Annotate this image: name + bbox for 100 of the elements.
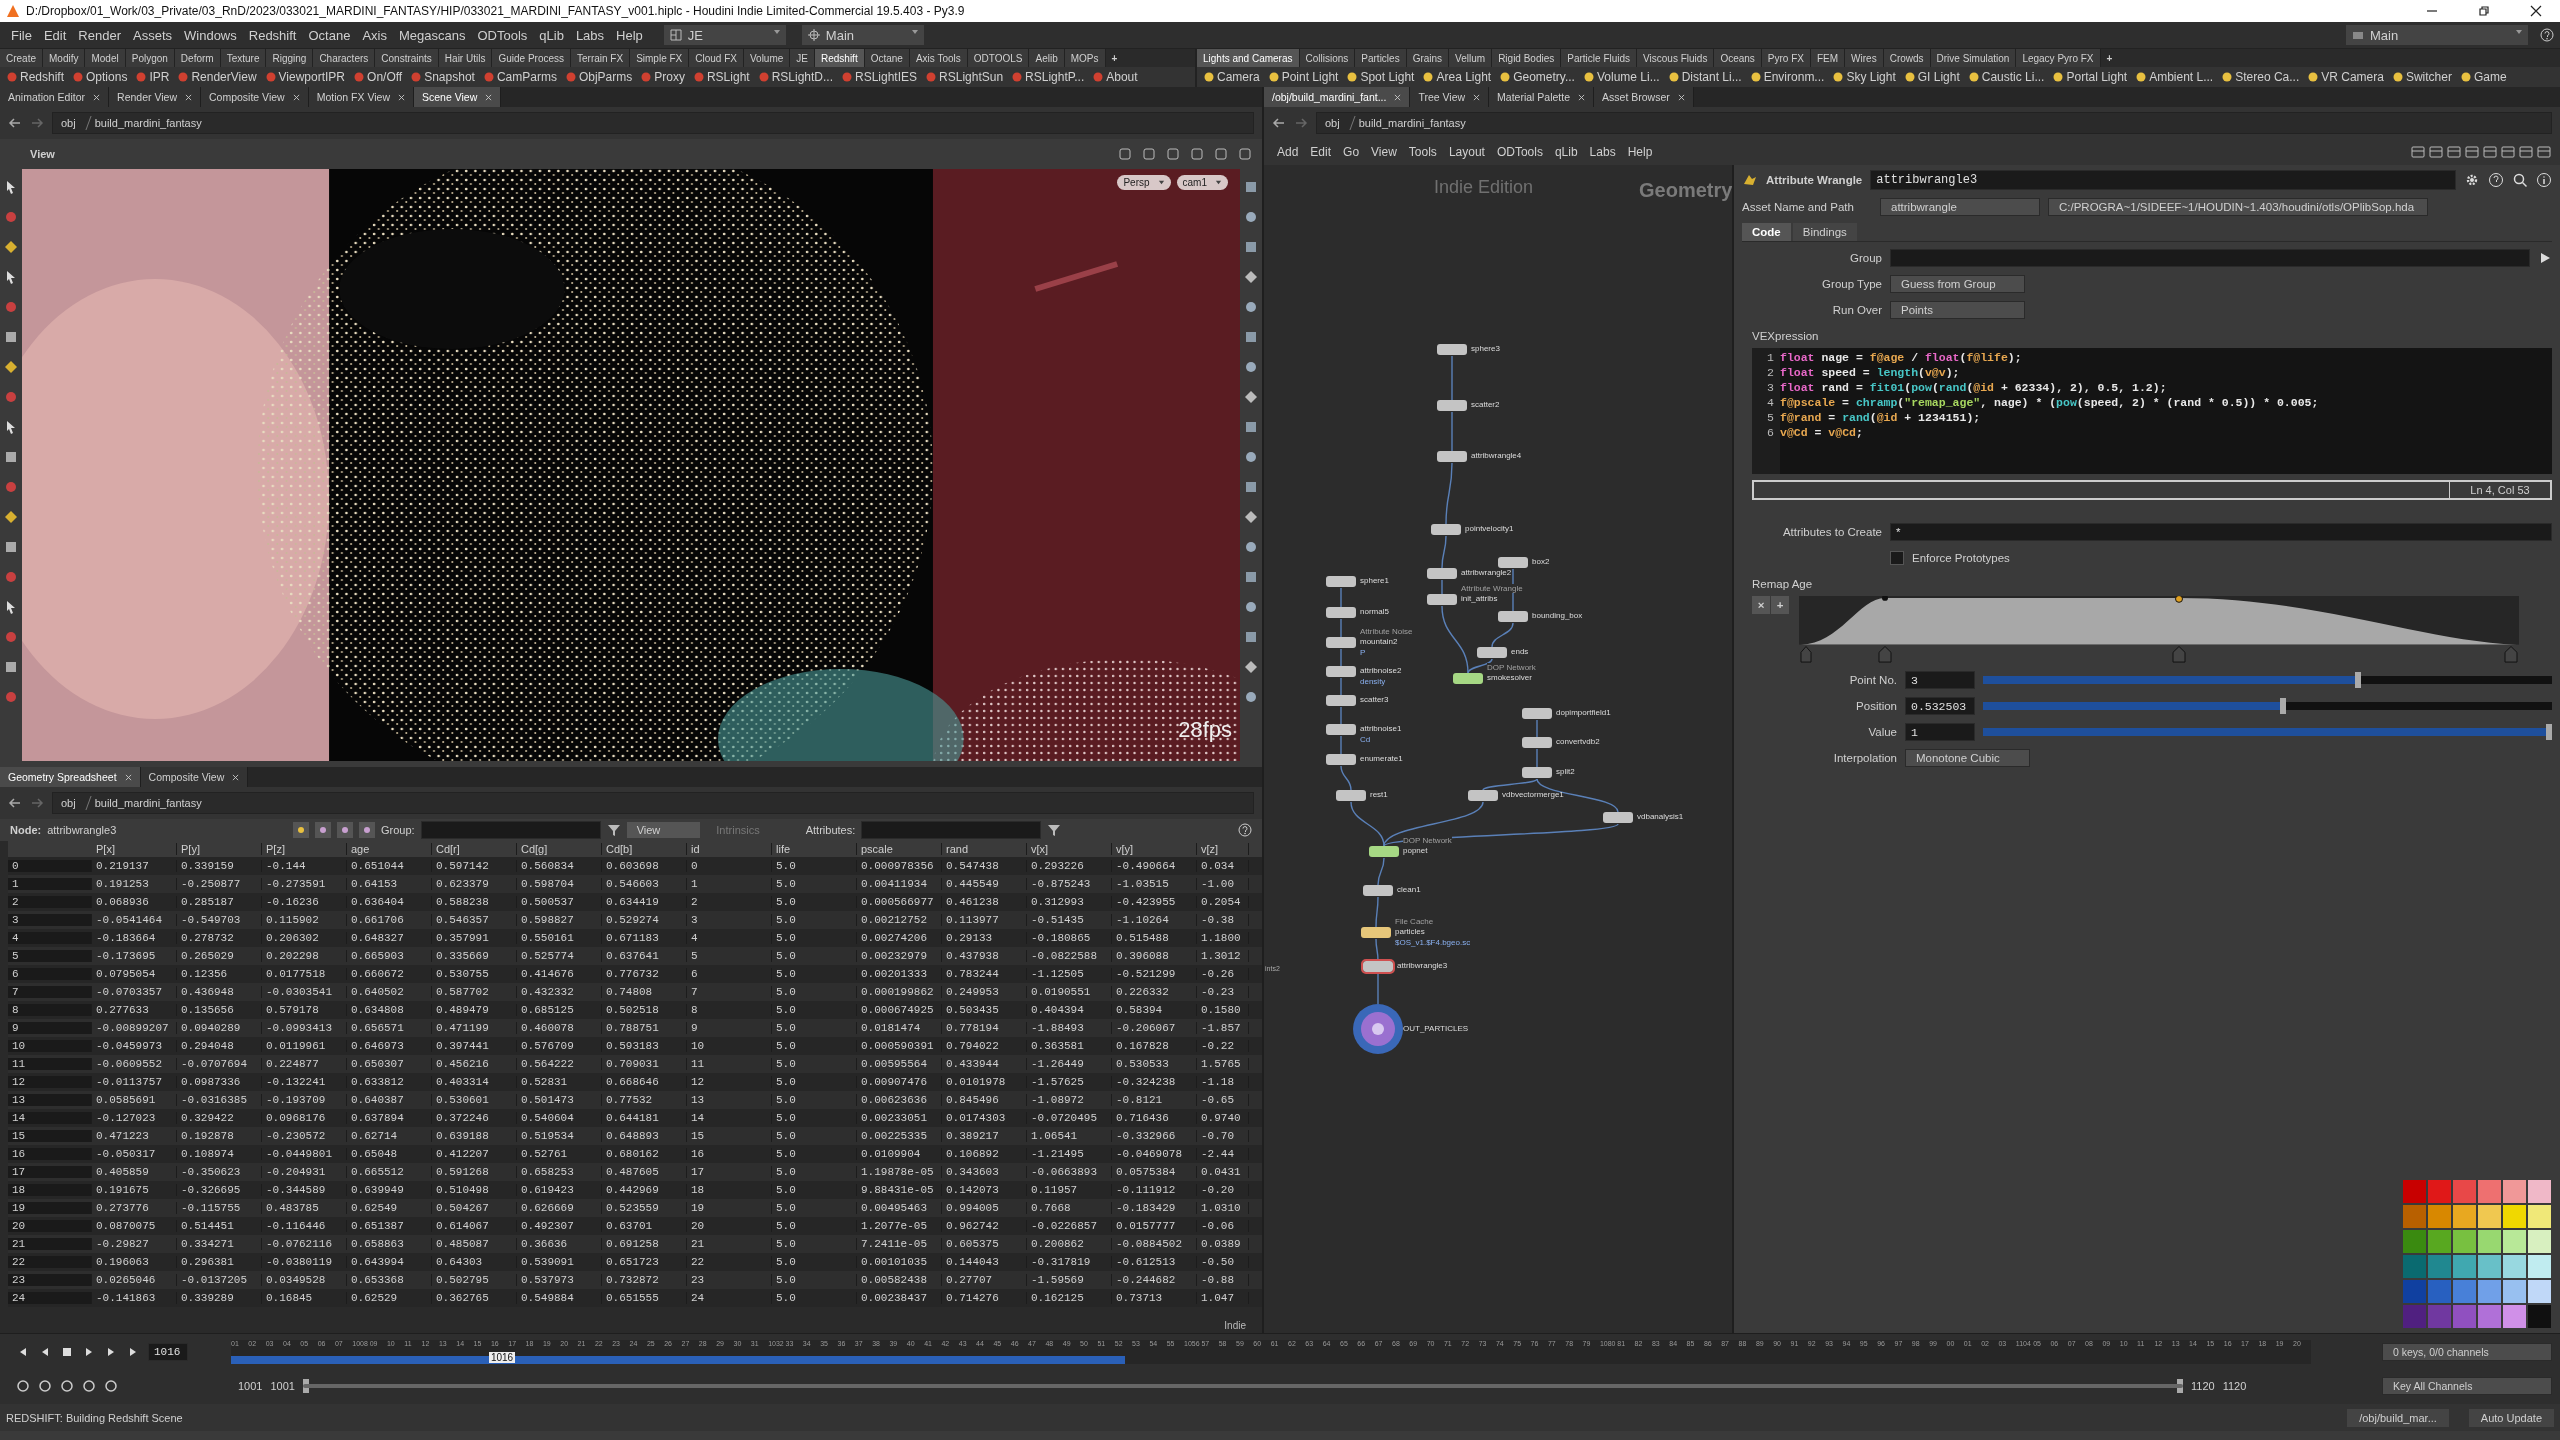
- shelf-tool[interactable]: CamParms: [482, 70, 557, 84]
- circle-icon[interactable]: [1243, 359, 1259, 375]
- shelf-tab[interactable]: Volume: [743, 49, 791, 67]
- shelf-tool[interactable]: VR Camera: [2307, 70, 2384, 84]
- shelf-tab[interactable]: Crowds: [1883, 49, 1931, 67]
- component-toggle-icon[interactable]: [315, 822, 331, 838]
- menu-item[interactable]: ODTools: [1491, 145, 1548, 159]
- shelf-tool[interactable]: Caustic Li...: [1967, 70, 2045, 84]
- shelf-tool[interactable]: Switcher: [2391, 70, 2452, 84]
- component-toggle-icon[interactable]: [293, 822, 309, 838]
- node[interactable]: [1453, 673, 1483, 684]
- column-header[interactable]: pscale: [857, 843, 942, 855]
- diamond-icon[interactable]: [3, 239, 19, 255]
- node[interactable]: [1522, 708, 1552, 719]
- help-icon[interactable]: [1238, 823, 1252, 837]
- pane-tab[interactable]: Render View: [109, 87, 201, 107]
- viewer-label[interactable]: View: [10, 148, 55, 160]
- shelf-tool[interactable]: Camera: [1203, 70, 1260, 84]
- menu-item[interactable]: Edit: [1305, 145, 1337, 159]
- menu-item[interactable]: File: [6, 27, 37, 43]
- node[interactable]: [1498, 611, 1528, 622]
- node[interactable]: [1431, 524, 1461, 535]
- display-option-icon[interactable]: [1190, 147, 1204, 161]
- node-name[interactable]: split2: [1556, 767, 1575, 776]
- display-option-icon[interactable]: [1118, 147, 1132, 161]
- square-icon[interactable]: [1243, 569, 1259, 585]
- circle-icon[interactable]: [1243, 599, 1259, 615]
- column-header[interactable]: v[z]: [1197, 843, 1249, 855]
- node-name[interactable]: sphere3: [1471, 344, 1500, 353]
- playback-option-icon[interactable]: [104, 1379, 118, 1393]
- network-tool-icon[interactable]: [2464, 144, 2480, 160]
- shelf-tool[interactable]: RSLightSun: [925, 70, 1004, 84]
- path-field[interactable]: obj build_mardini_fantasy: [52, 792, 1254, 814]
- node[interactable]: [1477, 647, 1507, 658]
- square-icon[interactable]: [1243, 419, 1259, 435]
- viewport-menu[interactable]: cam1: [1176, 175, 1228, 190]
- number-field[interactable]: 3: [1905, 671, 1975, 689]
- diamond-icon[interactable]: [3, 359, 19, 375]
- shelf-tab[interactable]: Legacy Pyro FX: [2016, 49, 2101, 67]
- diamond-icon[interactable]: [3, 509, 19, 525]
- node[interactable]: [1522, 767, 1552, 778]
- node-name[interactable]: sphere1: [1360, 576, 1389, 585]
- node-name[interactable]: bounding_box: [1532, 611, 1583, 620]
- shelf-tool[interactable]: Portal Light: [2052, 70, 2128, 84]
- circle-icon[interactable]: [3, 299, 19, 315]
- node[interactable]: [1336, 790, 1366, 801]
- shelf-tool[interactable]: ViewportIPR: [264, 70, 346, 84]
- display-option-icon[interactable]: [1142, 147, 1156, 161]
- shelf-tab[interactable]: Wires: [1845, 49, 1884, 67]
- shelf-tool[interactable]: Game: [2459, 70, 2507, 84]
- shelf-tab[interactable]: Particle Fluids: [1561, 49, 1638, 67]
- pane-tab[interactable]: Scene View: [414, 87, 502, 107]
- shelf-tab[interactable]: Grains: [1406, 49, 1450, 67]
- square-icon[interactable]: [3, 329, 19, 345]
- context-dropdown[interactable]: Main: [801, 25, 924, 45]
- group-field[interactable]: [420, 821, 601, 839]
- ramp-key-button[interactable]: +: [1771, 596, 1789, 614]
- help-icon[interactable]: [2540, 28, 2554, 42]
- node[interactable]: [1437, 400, 1467, 411]
- slider-thumb[interactable]: [2279, 698, 2286, 714]
- node-name[interactable]: attribwrangle3: [1397, 961, 1448, 970]
- shelf-tab[interactable]: Particles: [1355, 49, 1407, 67]
- back-arrow-icon[interactable]: [8, 796, 22, 810]
- node-name[interactable]: scatter2: [1471, 400, 1500, 409]
- circle-icon[interactable]: [1243, 539, 1259, 555]
- menu-item[interactable]: Axis: [357, 27, 392, 43]
- diamond-icon[interactable]: [1243, 269, 1259, 285]
- shelf-tab[interactable]: Texture: [220, 49, 267, 67]
- menu-item[interactable]: qLib: [1549, 145, 1583, 159]
- parameter-tab[interactable]: Bindings: [1792, 223, 1857, 241]
- node-name[interactable]: pointvelocity1: [1465, 524, 1514, 533]
- circle-icon[interactable]: [3, 689, 19, 705]
- ramp-key-button[interactable]: ×: [1752, 596, 1770, 614]
- pane-tab[interactable]: Asset Browser: [1594, 87, 1694, 107]
- circle-icon[interactable]: [1243, 299, 1259, 315]
- component-toggle-icon[interactable]: [359, 822, 375, 838]
- group-field[interactable]: [1890, 249, 2530, 267]
- back-arrow-icon[interactable]: [8, 116, 22, 130]
- shelf-tool[interactable]: Volume Li...: [1582, 70, 1660, 84]
- node-name[interactable]: scatter3: [1360, 695, 1389, 704]
- node-name-field[interactable]: attribwrangle3: [1870, 170, 2456, 190]
- playback-button-icon[interactable]: [60, 1345, 74, 1359]
- circle-icon[interactable]: [1243, 449, 1259, 465]
- slider-thumb[interactable]: [2355, 672, 2362, 688]
- shelf-tab[interactable]: FEM: [1811, 49, 1846, 67]
- end-frame-field[interactable]: 1120: [2222, 1380, 2247, 1392]
- circle-icon[interactable]: [3, 209, 19, 225]
- column-header[interactable]: Cd[g]: [517, 843, 602, 855]
- filter-icon[interactable]: [606, 823, 621, 837]
- menu-item[interactable]: Help: [1622, 145, 1658, 159]
- output-node[interactable]: [1352, 1003, 1404, 1055]
- column-header[interactable]: v[x]: [1027, 843, 1112, 855]
- playback-option-icon[interactable]: [82, 1379, 96, 1393]
- restore-icon[interactable]: [2478, 5, 2490, 17]
- diamond-icon[interactable]: [1243, 389, 1259, 405]
- circle-icon[interactable]: [1243, 209, 1259, 225]
- color-palette-drawing[interactable]: [2402, 1179, 2552, 1329]
- attributes-field[interactable]: *: [1890, 523, 2552, 541]
- node-name[interactable]: rest1: [1370, 790, 1388, 799]
- node-name[interactable]: box2: [1532, 557, 1550, 566]
